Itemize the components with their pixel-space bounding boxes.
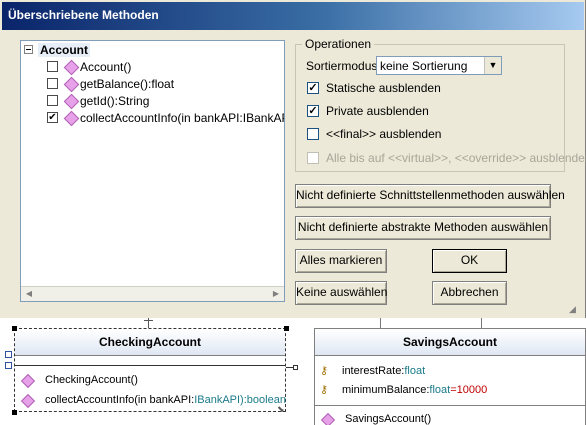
tree-horizontal-scrollbar[interactable]: ◀ ▶ (21, 286, 284, 301)
selection-handle[interactable] (12, 326, 17, 331)
operation-icon (20, 373, 36, 389)
dialog-title-bar[interactable]: Überschriebene Methoden (2, 2, 584, 30)
connector-tick (144, 320, 153, 325)
button-label: Nicht definierte Schnittstellenmethoden … (296, 188, 565, 202)
sort-mode-value: keine Sortierung (380, 59, 468, 73)
method-tree[interactable]: Account Account() getBalance():float get… (20, 40, 285, 302)
method-label: getId():String (80, 94, 150, 108)
method-signature: collectAccountInfo(in bankAPI: (45, 394, 195, 406)
button-label: Alles markieren (299, 253, 383, 267)
button-label: Keine auswählen (296, 285, 388, 299)
attribute-text: minimumBalance:float=10000 (342, 384, 487, 396)
ok-button[interactable]: OK (432, 249, 507, 273)
selection-handle[interactable] (284, 326, 289, 331)
scroll-left-icon[interactable]: ◀ (22, 287, 36, 301)
checkbox-checked[interactable]: ✓ (307, 105, 319, 117)
operation-icon (63, 59, 80, 76)
method-checkbox[interactable] (47, 61, 58, 72)
method-text: SavingsAccount() (345, 413, 432, 425)
uml-diagram-canvas[interactable]: CheckingAccount CheckingAccount() collec… (0, 318, 586, 425)
class-savingsaccount[interactable]: SavingsAccount ⚷ interestRate:float ⚷ mi… (314, 328, 586, 425)
select-interface-methods-button[interactable]: Nicht definierte Schnittstellenmethoden … (295, 184, 565, 208)
key-icon: ⚷ (320, 384, 329, 396)
class-name: CheckingAccount (15, 329, 285, 356)
compartment-divider (15, 365, 285, 366)
sort-mode-label: Sortiermodus: (306, 59, 381, 73)
connector-handle[interactable] (293, 365, 298, 370)
button-label: Nicht definierte abstrakte Methoden ausw… (297, 220, 549, 234)
method-checkbox[interactable] (47, 78, 58, 89)
dialog-title: Überschriebene Methoden (8, 8, 159, 22)
operation-icon (63, 76, 80, 93)
select-abstract-methods-button[interactable]: Nicht definierte abstrakte Methoden ausw… (295, 216, 551, 240)
attribute-type: float (429, 384, 451, 396)
tree-root-label: Account (38, 43, 90, 57)
method-label: collectAccountInfo(in bankAPI:IBankAPI):… (80, 111, 284, 125)
attribute-name: interestRate: (342, 365, 405, 377)
checkbox-checked[interactable]: ✓ (307, 82, 319, 94)
checkbox[interactable] (307, 128, 319, 140)
chevron-down-icon[interactable]: ▼ (484, 57, 501, 74)
button-label: OK (460, 253, 479, 267)
attribute-name: minimumBalance: (342, 384, 430, 396)
selection-handle[interactable] (12, 410, 17, 415)
sort-mode-select[interactable]: keine Sortierung ▼ (376, 56, 502, 75)
method-checkbox-checked[interactable]: ✔ (47, 112, 58, 123)
method-label: Account() (80, 60, 132, 74)
method-text: collectAccountInfo(in bankAPI:IBankAPI):… (45, 394, 286, 406)
option-label: <<final>> ausblenden (326, 127, 442, 141)
method-text: CheckingAccount() (45, 374, 138, 386)
override-methods-dialog: Überschriebene Methoden Account Account(… (0, 0, 586, 318)
scroll-right-icon[interactable]: ▶ (269, 287, 283, 301)
method-checkbox[interactable] (47, 95, 58, 106)
attribute-default-value: =10000 (450, 384, 488, 396)
button-label: Abbrechen (440, 285, 499, 299)
key-icon: ⚷ (320, 365, 329, 377)
checkbox-disabled (307, 152, 319, 164)
method-label: getBalance():float (80, 77, 175, 91)
operations-group-title: Operationen (302, 37, 375, 51)
operation-icon (63, 110, 80, 127)
cancel-button[interactable]: Abbrechen (432, 281, 507, 305)
attribute-type: float (404, 365, 426, 377)
operation-icon (20, 393, 36, 409)
method-type: IBankAPI):boolean (194, 394, 286, 406)
select-none-button[interactable]: Keine auswählen (295, 281, 387, 305)
operation-icon (320, 412, 336, 425)
expand-attributes-icon[interactable] (5, 351, 12, 358)
option-label: Private ausblenden (326, 104, 429, 118)
compartment-divider (315, 405, 585, 406)
resize-icon[interactable]: ⬊ (277, 404, 285, 415)
resize-grip-icon[interactable]: ◢ (569, 304, 576, 315)
expand-operations-icon[interactable] (5, 362, 12, 369)
class-name: SavingsAccount (315, 329, 585, 356)
attribute-text: interestRate:float (342, 365, 425, 377)
class-checkingaccount[interactable]: CheckingAccount CheckingAccount() collec… (14, 328, 286, 412)
option-label: Statische ausblenden (326, 81, 441, 95)
operation-icon (63, 93, 80, 110)
collapse-icon[interactable] (24, 45, 33, 54)
mark-all-button[interactable]: Alles markieren (295, 249, 387, 273)
option-label: Alle bis auf <<virtual>>, <<override>> a… (326, 151, 586, 165)
